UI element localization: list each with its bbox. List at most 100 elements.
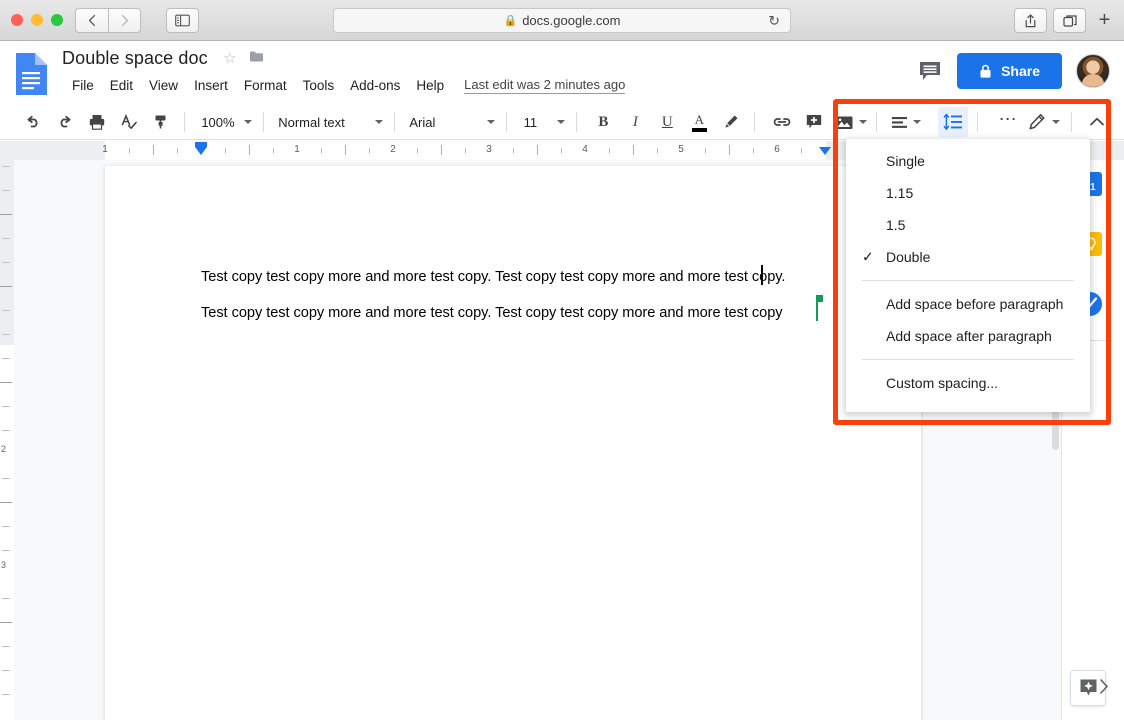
font-family-dropdown[interactable]: Arial: [405, 109, 499, 135]
menu-tools[interactable]: Tools: [295, 76, 343, 95]
star-outline-icon[interactable]: ☆: [223, 50, 236, 67]
browser-chrome: 🔒 docs.google.com ↻ +: [0, 0, 1124, 41]
lock-icon: 🔒: [503, 15, 518, 27]
menu-item-label: Double: [886, 249, 931, 265]
zoom-level-dropdown[interactable]: 100%: [197, 109, 255, 135]
ruler-tick: [417, 148, 418, 153]
v-ruler-tick: [2, 646, 10, 647]
lock-icon: [980, 64, 991, 78]
share-upload-icon: [1025, 13, 1036, 27]
menu-item-label: Add space before paragraph: [886, 296, 1064, 312]
text-color-button[interactable]: A: [685, 108, 713, 136]
ruler-number-5: 5: [678, 144, 684, 155]
line-spacing-button[interactable]: [937, 107, 968, 137]
v-ruler-tick-major: [0, 382, 12, 383]
zoom-level-value: 100%: [201, 114, 235, 130]
forward-button[interactable]: [108, 8, 141, 33]
menu-format[interactable]: Format: [236, 76, 295, 95]
close-window-button[interactable]: [11, 14, 23, 26]
ruler-tick-major: [249, 145, 250, 155]
undo-button[interactable]: [19, 108, 47, 136]
chevron-down-icon: [859, 120, 868, 124]
paint-format-button[interactable]: [147, 108, 175, 136]
menu-item-custom-spacing[interactable]: Custom spacing...: [846, 367, 1090, 399]
toolbar-divider: [575, 112, 577, 132]
highlight-color-button[interactable]: [717, 108, 745, 136]
chevron-down-icon: [374, 120, 383, 124]
menu-item-add-space-before[interactable]: Add space before paragraph: [846, 288, 1090, 320]
paragraph-style-dropdown[interactable]: Normal text: [274, 109, 386, 135]
menu-help[interactable]: Help: [408, 76, 452, 95]
share-document-button[interactable]: Share: [957, 53, 1062, 89]
more-options-icon: ⋯: [998, 108, 1018, 129]
title-icon-group: ☆: [223, 49, 264, 68]
menu-edit[interactable]: Edit: [102, 76, 141, 95]
menu-view[interactable]: View: [141, 76, 186, 95]
paragraph-2[interactable]: Test copy test copy more and more test c…: [201, 305, 783, 321]
google-docs-logo[interactable]: [14, 52, 49, 96]
ruler-left-margin: [0, 141, 105, 160]
document-title[interactable]: Double space doc: [62, 48, 208, 69]
share-button[interactable]: [1014, 8, 1047, 33]
menu-item-label: 1.15: [886, 185, 914, 201]
open-comments-button[interactable]: [917, 58, 943, 84]
browser-actions: [1014, 8, 1086, 33]
menu-item-1-15[interactable]: 1.15: [846, 177, 1090, 209]
menu-item-1-5[interactable]: 1.5: [846, 209, 1090, 241]
v-ruler-tick: [2, 598, 10, 599]
bold-button[interactable]: B: [589, 108, 617, 136]
v-ruler-tick: [2, 550, 10, 551]
chevron-down-icon: [1052, 120, 1061, 124]
collaborator-cursor: [816, 300, 818, 321]
user-avatar[interactable]: [1076, 54, 1110, 88]
font-size-dropdown[interactable]: 11: [520, 109, 569, 135]
docs-menu-bar: File Edit View Insert Format Tools Add-o…: [64, 76, 626, 95]
chevron-right-icon: [121, 14, 129, 27]
comment-icon: [920, 62, 941, 80]
tab-overview-button[interactable]: [1053, 8, 1086, 33]
redo-icon: [60, 115, 71, 128]
menu-insert[interactable]: Insert: [186, 76, 236, 95]
folder-icon[interactable]: [249, 50, 264, 68]
v-ruler-tick: [2, 334, 10, 335]
expand-side-panel-button[interactable]: [1098, 678, 1110, 700]
minimize-window-button[interactable]: [31, 14, 43, 26]
insert-image-dropdown[interactable]: [830, 109, 869, 135]
print-icon: [89, 115, 104, 130]
menu-file[interactable]: File: [64, 76, 102, 95]
right-indent-handle[interactable]: [819, 147, 831, 155]
left-indent-handle[interactable]: [195, 147, 207, 155]
collapse-toolbar-button[interactable]: [1081, 108, 1113, 136]
underline-button[interactable]: U: [653, 108, 681, 136]
back-button[interactable]: [75, 8, 108, 33]
spelling-check-button[interactable]: [115, 108, 143, 136]
editing-mode-dropdown[interactable]: [1024, 109, 1064, 135]
menu-add-ons[interactable]: Add-ons: [342, 76, 408, 95]
redo-button[interactable]: [51, 108, 79, 136]
toolbar-divider: [976, 112, 978, 132]
maximize-window-button[interactable]: [51, 14, 63, 26]
insert-link-button[interactable]: [768, 108, 796, 136]
menu-item-single[interactable]: Single: [846, 145, 1090, 177]
line-spacing-icon: [943, 113, 962, 130]
tab-overview-icon: [1062, 14, 1077, 27]
new-tab-button[interactable]: +: [1092, 8, 1117, 33]
menu-item-double[interactable]: ✓ Double: [846, 241, 1090, 273]
toolbar-divider: [183, 112, 185, 132]
menu-item-label: Custom spacing...: [886, 375, 999, 391]
reload-icon[interactable]: ↻: [768, 12, 780, 29]
sidebar-toggle-button[interactable]: [166, 8, 199, 33]
document-page[interactable]: Test copy test copy more and more test c…: [105, 166, 921, 720]
last-edit-status[interactable]: Last edit was 2 minutes ago: [464, 77, 626, 94]
menu-item-add-space-after[interactable]: Add space after paragraph: [846, 320, 1090, 352]
ruler-number-0: 1: [102, 144, 108, 155]
print-button[interactable]: [83, 108, 111, 136]
address-bar[interactable]: 🔒 docs.google.com ↻: [333, 8, 791, 33]
more-options-button[interactable]: ⋯: [994, 108, 1022, 136]
bold-label: B: [598, 113, 609, 130]
add-comment-button[interactable]: [800, 108, 828, 136]
ruler-tick: [561, 148, 562, 153]
align-dropdown[interactable]: [886, 109, 923, 135]
italic-button[interactable]: I: [621, 108, 649, 136]
paragraph-1[interactable]: Test copy test copy more and more test c…: [201, 269, 785, 285]
